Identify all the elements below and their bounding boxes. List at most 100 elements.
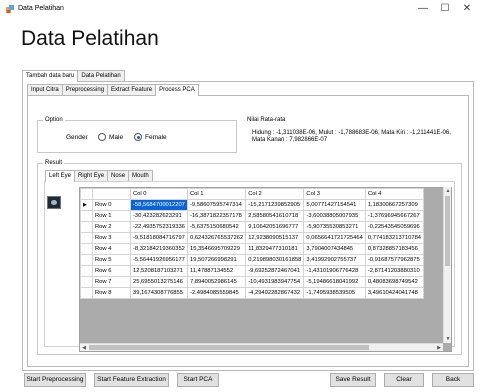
grid-cell[interactable]: -9,58607595747314 bbox=[186, 199, 247, 211]
tab-mouth[interactable]: Mouth bbox=[128, 170, 153, 181]
tab-preprocessing[interactable]: Preprocessing bbox=[61, 84, 109, 95]
grid-cell[interactable]: 0,624326765537262 bbox=[186, 232, 247, 244]
grid-cell[interactable]: 5,00771427154541 bbox=[303, 199, 366, 211]
row-header[interactable]: Row 8 bbox=[92, 287, 131, 299]
grid-cell[interactable]: 2,58580541610718 bbox=[245, 210, 305, 222]
start-feature-extraction-button[interactable]: Start Feature Extraction bbox=[94, 373, 169, 387]
row-selector[interactable] bbox=[80, 265, 93, 277]
grid-cell[interactable]: -22,4935752319336 bbox=[130, 221, 188, 233]
table-row[interactable]: Row 6 12,5208187103271 11,47887134552 -9,69… bbox=[80, 265, 425, 277]
grid-cell[interactable]: 0,87328857183456 bbox=[364, 243, 425, 255]
grid-cell[interactable]: -0,22543545059696 bbox=[364, 221, 425, 233]
grid-cell[interactable]: -5,90735530853271 bbox=[303, 221, 366, 233]
row-header[interactable]: Row 1 bbox=[92, 210, 131, 222]
tab-nose[interactable]: Nose bbox=[107, 170, 130, 181]
scroll-up-icon[interactable]: ▲ bbox=[444, 187, 452, 195]
grid-cell[interactable]: -1,7495938539505 bbox=[303, 287, 366, 299]
column-header[interactable]: Col 4 bbox=[364, 188, 425, 200]
start-pca-button[interactable]: Start PCA bbox=[177, 373, 219, 387]
grid-cell[interactable]: 11,47887134552 bbox=[186, 265, 247, 277]
column-header[interactable]: Col 2 bbox=[245, 188, 305, 200]
grid-cell[interactable]: 3,7904007434845 bbox=[303, 243, 366, 255]
tab-process-pca[interactable]: Process PCA bbox=[155, 84, 199, 96]
grid-cell[interactable]: 12,5208187103271 bbox=[130, 265, 188, 277]
back-button[interactable]: Back bbox=[432, 373, 474, 387]
grid-cell[interactable]: -16,3871822357178 bbox=[186, 210, 247, 222]
pca-result-grid[interactable]: Col 0 Col 1 Col 2 Col 3 Col 4 ▶ Row 0 -58,… bbox=[79, 187, 452, 352]
close-button[interactable]: ✕ bbox=[456, 2, 478, 16]
grid-cell[interactable]: 25,6955013275146 bbox=[130, 276, 188, 288]
row-header[interactable]: Row 2 bbox=[92, 221, 131, 233]
row-selector[interactable] bbox=[80, 243, 93, 255]
table-row[interactable]: Row 5 -5,56441926956177 19,507266998291 0,2… bbox=[80, 254, 425, 266]
grid-cell[interactable]: 0,48083698749542 bbox=[364, 276, 425, 288]
row-selector[interactable] bbox=[80, 254, 93, 266]
gender-male-radio[interactable]: Male bbox=[98, 133, 123, 141]
row-selector[interactable]: ▶ bbox=[80, 199, 93, 211]
grid-cell[interactable]: -2,87141203880310 bbox=[364, 265, 425, 277]
horizontal-scroll-thumb[interactable] bbox=[89, 345, 369, 350]
grid-cell[interactable]: 7,8940052986145 bbox=[186, 276, 247, 288]
grid-cell[interactable]: -1,43101906776428 bbox=[303, 265, 366, 277]
tab-tambah-data-baru[interactable]: Tambah data baru bbox=[22, 70, 79, 82]
tab-data-pelatihan[interactable]: Data Pelatihan bbox=[77, 70, 125, 81]
row-selector[interactable] bbox=[80, 210, 93, 222]
minimize-button[interactable]: — bbox=[412, 2, 434, 16]
male-radio-dot[interactable] bbox=[98, 133, 106, 141]
tab-input-citra[interactable]: Input Citra bbox=[27, 84, 63, 95]
scroll-right-icon[interactable]: ▶ bbox=[435, 344, 443, 352]
grid-cell[interactable]: -5,19486618041992 bbox=[303, 276, 366, 288]
grid-vertical-scrollbar[interactable]: ▲ ▼ bbox=[443, 187, 451, 343]
row-selector[interactable] bbox=[80, 287, 93, 299]
row-header[interactable]: Row 6 bbox=[92, 265, 131, 277]
tab-right-eye[interactable]: Right Eye bbox=[74, 170, 109, 181]
table-row[interactable]: Row 7 25,6955013275146 7,8940052986145 -10,… bbox=[80, 276, 425, 288]
grid-cell[interactable]: -15,2171239852905 bbox=[245, 199, 305, 211]
maximize-button[interactable]: ☐ bbox=[434, 2, 456, 16]
row-header[interactable]: Row 5 bbox=[92, 254, 131, 266]
row-header[interactable]: Row 3 bbox=[92, 232, 131, 244]
grid-cell[interactable]: 19,507266998291 bbox=[186, 254, 247, 266]
table-row[interactable]: Row 8 39,1674308776855 -2,4984085559845 -4,… bbox=[80, 287, 425, 299]
grid-horizontal-scrollbar[interactable]: ◀ ▶ bbox=[80, 343, 443, 351]
row-selector[interactable] bbox=[80, 221, 93, 233]
tab-left-eye[interactable]: Left Eye bbox=[45, 170, 76, 182]
table-row[interactable]: Row 3 -9,51818084716797 0,624326765537262 1… bbox=[80, 232, 425, 244]
grid-cell[interactable]: 12,9238090515137 bbox=[245, 232, 305, 244]
grid-cell[interactable]: 0,774183213710784 bbox=[364, 232, 425, 244]
grid-cell[interactable]: -1,37696945667267 bbox=[364, 210, 425, 222]
start-preprocessing-button[interactable]: Start Preprocessing bbox=[24, 373, 86, 387]
grid-cell[interactable]: -4,29492282867432 bbox=[245, 287, 305, 299]
grid-cell[interactable]: -9,51818084716797 bbox=[130, 232, 188, 244]
grid-cell[interactable]: -2,4984085559845 bbox=[186, 287, 247, 299]
grid-cell[interactable]: 11,8329477310181 bbox=[245, 243, 305, 255]
grid-cell[interactable]: 3,49610424041748 bbox=[364, 287, 425, 299]
table-row[interactable]: Row 4 -8,32184219360352 15,3546695709229 11… bbox=[80, 243, 425, 255]
scroll-down-icon[interactable]: ▼ bbox=[444, 335, 452, 343]
save-result-button[interactable]: Save Result bbox=[330, 373, 376, 387]
grid-cell[interactable]: -5,6375150680542 bbox=[186, 221, 247, 233]
vertical-scroll-thumb[interactable] bbox=[445, 196, 450, 266]
row-header[interactable]: Row 0 bbox=[92, 199, 131, 211]
grid-cell[interactable]: 1,18300667257309 bbox=[364, 199, 425, 211]
column-header[interactable]: Col 3 bbox=[303, 188, 366, 200]
table-row[interactable]: Row 1 -30,423282623291 -16,3871822357178 2,… bbox=[80, 210, 425, 222]
column-header[interactable]: Col 0 bbox=[130, 188, 188, 200]
scroll-left-icon[interactable]: ◀ bbox=[80, 344, 88, 352]
grid-cell[interactable]: 9,10642051696777 bbox=[245, 221, 305, 233]
column-header[interactable]: Col 1 bbox=[186, 188, 247, 200]
grid-cell[interactable]: 0,0656641721725464 bbox=[303, 232, 366, 244]
grid-cell[interactable]: -9,69252872467041 bbox=[245, 265, 305, 277]
table-row[interactable]: ▶ Row 0 -58,5684700012207 -9,58607595747314… bbox=[80, 199, 425, 211]
grid-cell[interactable]: 3,41992902755737 bbox=[303, 254, 366, 266]
grid-cell[interactable]: -10,4931983947754 bbox=[245, 276, 305, 288]
grid-cell[interactable]: 39,1674308776855 bbox=[130, 287, 188, 299]
clear-button[interactable]: Clear bbox=[384, 373, 424, 387]
grid-cell[interactable]: -30,423282623291 bbox=[130, 210, 188, 222]
row-selector[interactable] bbox=[80, 232, 93, 244]
grid-cell[interactable]: -0,91687577962875 bbox=[364, 254, 425, 266]
gender-female-radio[interactable]: Female bbox=[134, 133, 167, 141]
tab-extract-feature[interactable]: Extract Feature bbox=[107, 84, 157, 95]
row-selector[interactable] bbox=[80, 276, 93, 288]
row-header[interactable]: Row 4 bbox=[92, 243, 131, 255]
